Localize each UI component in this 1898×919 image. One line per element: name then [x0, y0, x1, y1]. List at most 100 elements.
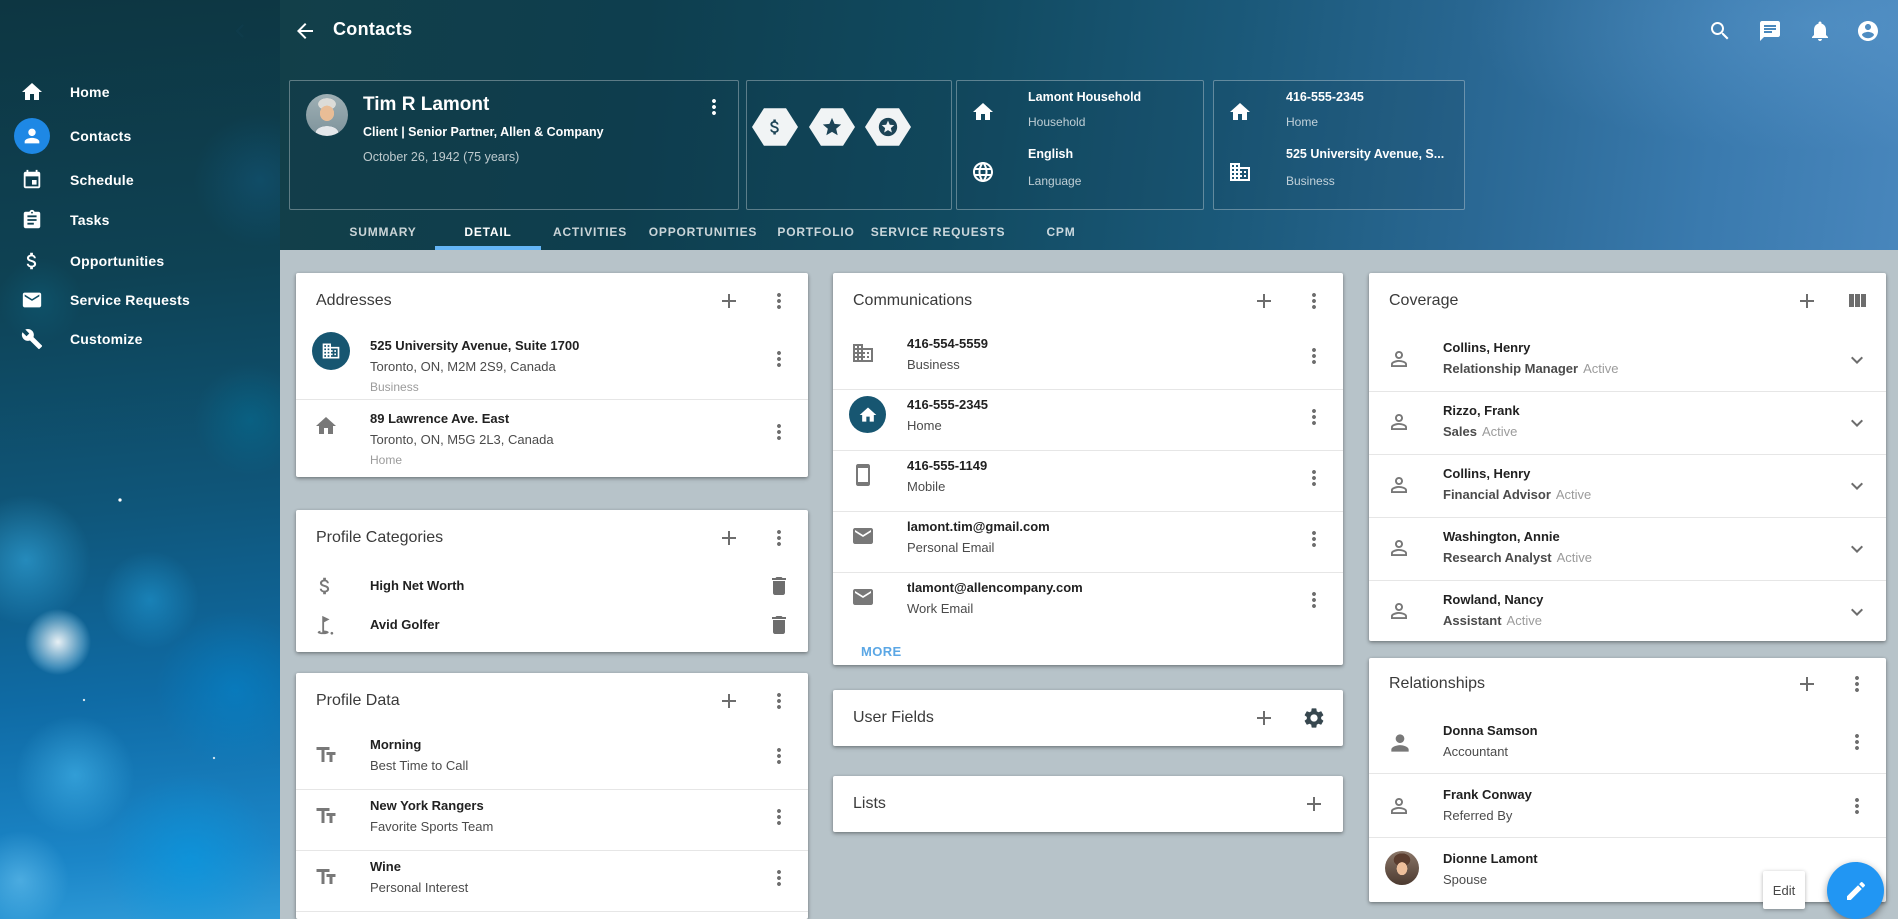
- communication-label: Work Email: [907, 600, 1295, 618]
- card-title: Relationships: [1389, 675, 1485, 693]
- relationships-menu-button[interactable]: [1845, 672, 1869, 696]
- sidebar-item-service-requests[interactable]: Service Requests: [0, 280, 280, 320]
- address-line1: 525 University Avenue, Suite 1700: [370, 337, 760, 355]
- add-communication-button[interactable]: [1252, 289, 1276, 313]
- communication-item[interactable]: lamont.tim@gmail.com Personal Email: [833, 512, 1343, 573]
- coverage-name: Rizzo, Frank: [1443, 402, 1838, 420]
- category-label: Avid Golfer: [370, 617, 440, 632]
- delete-category-button[interactable]: [767, 613, 791, 637]
- primary-address[interactable]: 525 University Avenue, S...: [1286, 147, 1444, 161]
- communication-menu-button[interactable]: [1302, 405, 1326, 429]
- more-link[interactable]: MORE: [861, 644, 902, 659]
- profile-data-item-menu[interactable]: [767, 866, 791, 890]
- household-name[interactable]: Lamont Household: [1028, 90, 1141, 104]
- communication-item[interactable]: 416-555-1149 Mobile: [833, 451, 1343, 512]
- lists-card: Lists: [833, 776, 1343, 832]
- communication-menu-button[interactable]: [1302, 344, 1326, 368]
- address-item[interactable]: 89 Lawrence Ave. East Toronto, ON, M5G 2…: [296, 400, 808, 478]
- primary-phone[interactable]: 416-555-2345: [1286, 90, 1364, 104]
- person-outline-icon: [1387, 599, 1411, 623]
- communication-menu-button[interactable]: [1302, 527, 1326, 551]
- relationship-item[interactable]: Donna Samson Accountant: [1369, 710, 1886, 774]
- sidebar-collapse-button[interactable]: [226, 17, 254, 45]
- tab-opportunities[interactable]: OPPORTUNITIES: [649, 222, 757, 242]
- search-icon[interactable]: [1708, 19, 1732, 43]
- mail-icon: [21, 289, 43, 311]
- coverage-item[interactable]: Washington, Annie Research AnalystActive: [1369, 518, 1886, 581]
- relationship-menu-button[interactable]: [1845, 794, 1869, 818]
- relationship-item[interactable]: Dionne Lamont Spouse: [1369, 838, 1886, 904]
- tab-activities[interactable]: ACTIVITIES: [553, 222, 627, 242]
- add-profile-data-button[interactable]: [717, 689, 741, 713]
- coverage-item[interactable]: Rowland, Nancy AssistantActive: [1369, 581, 1886, 643]
- edit-tooltip[interactable]: Edit: [1763, 871, 1805, 909]
- chevron-down-icon[interactable]: [1845, 600, 1869, 624]
- chat-icon[interactable]: [1758, 19, 1782, 43]
- profile-data-item[interactable]: New York Rangers Favorite Sports Team: [296, 790, 808, 851]
- communication-item[interactable]: 416-555-2345 Home: [833, 390, 1343, 451]
- contact-name: Tim R Lamont: [363, 94, 489, 116]
- kebab-icon: [702, 95, 726, 119]
- sidebar-item-opportunities[interactable]: Opportunities: [0, 241, 280, 281]
- profile-data-item-menu[interactable]: [767, 744, 791, 768]
- add-category-button[interactable]: [717, 526, 741, 550]
- profile-data-item-menu[interactable]: [767, 805, 791, 829]
- address-menu-button[interactable]: [767, 420, 791, 444]
- coverage-name: Collins, Henry: [1443, 339, 1838, 357]
- back-button[interactable]: [293, 19, 317, 43]
- add-user-field-button[interactable]: [1252, 706, 1276, 730]
- contact-menu-button[interactable]: [702, 95, 726, 119]
- sidebar-item-home[interactable]: Home: [0, 72, 280, 112]
- account-icon[interactable]: [1856, 19, 1880, 43]
- addresses-menu-button[interactable]: [767, 289, 791, 313]
- notifications-icon[interactable]: [1808, 19, 1832, 43]
- communication-item[interactable]: tlamont@allencompany.com Work Email: [833, 573, 1343, 633]
- chevron-down-icon[interactable]: [1845, 411, 1869, 435]
- sidebar-item-customize[interactable]: Customize: [0, 319, 280, 359]
- coverage-item[interactable]: Collins, Henry Financial AdvisorActive: [1369, 455, 1886, 518]
- coverage-item[interactable]: Rizzo, Frank SalesActive: [1369, 392, 1886, 455]
- communication-item[interactable]: 416-554-5559 Business: [833, 329, 1343, 390]
- tab-summary[interactable]: SUMMARY: [349, 222, 416, 242]
- sidebar-item-tasks[interactable]: Tasks: [0, 200, 280, 240]
- card-title: User Fields: [853, 709, 934, 727]
- tab-detail[interactable]: DETAIL: [464, 222, 511, 242]
- category-item[interactable]: High Net Worth: [296, 566, 808, 605]
- chevron-down-icon[interactable]: [1845, 348, 1869, 372]
- profile-data-menu-button[interactable]: [767, 689, 791, 713]
- tab-service-requests[interactable]: SERVICE REQUESTS: [871, 222, 1006, 242]
- coverage-columns-button[interactable]: [1845, 289, 1869, 313]
- edit-fab-button[interactable]: [1827, 862, 1884, 919]
- coverage-status: Active: [1482, 424, 1517, 439]
- add-address-button[interactable]: [717, 289, 741, 313]
- sidebar-item-contacts[interactable]: Contacts: [0, 116, 280, 156]
- coverage-item[interactable]: Collins, Henry Relationship ManagerActiv…: [1369, 329, 1886, 392]
- profile-data-item[interactable]: Wine Personal Interest: [296, 851, 808, 912]
- address-menu-button[interactable]: [767, 347, 791, 371]
- chevron-down-icon[interactable]: [1845, 537, 1869, 561]
- text-fields-icon: [314, 743, 338, 767]
- relationship-menu-button[interactable]: [1845, 730, 1869, 754]
- communication-menu-button[interactable]: [1302, 466, 1326, 490]
- building-icon: [1228, 160, 1252, 184]
- add-list-button[interactable]: [1302, 792, 1326, 816]
- tab-cpm[interactable]: CPM: [1046, 222, 1075, 242]
- user-fields-settings-button[interactable]: [1302, 706, 1326, 730]
- tab-portfolio[interactable]: PORTFOLIO: [777, 222, 854, 242]
- relationship-item[interactable]: Frank Conway Referred By: [1369, 774, 1886, 838]
- sidebar-item-schedule[interactable]: Schedule: [0, 160, 280, 200]
- profile-data-label: Personal Interest: [370, 879, 760, 897]
- add-relationship-button[interactable]: [1795, 672, 1819, 696]
- communication-menu-button[interactable]: [1302, 588, 1326, 612]
- address-item[interactable]: 525 University Avenue, Suite 1700 Toront…: [296, 329, 808, 400]
- profile-data-item[interactable]: Morning Best Time to Call: [296, 729, 808, 790]
- communication-label: Mobile: [907, 478, 1295, 496]
- category-item[interactable]: Avid Golfer: [296, 605, 808, 644]
- add-coverage-button[interactable]: [1795, 289, 1819, 313]
- delete-category-button[interactable]: [767, 574, 791, 598]
- chevron-down-icon[interactable]: [1845, 474, 1869, 498]
- language-label: Language: [1028, 174, 1081, 188]
- categories-menu-button[interactable]: [767, 526, 791, 550]
- sidebar-item-label: Home: [70, 84, 110, 100]
- communications-menu-button[interactable]: [1302, 289, 1326, 313]
